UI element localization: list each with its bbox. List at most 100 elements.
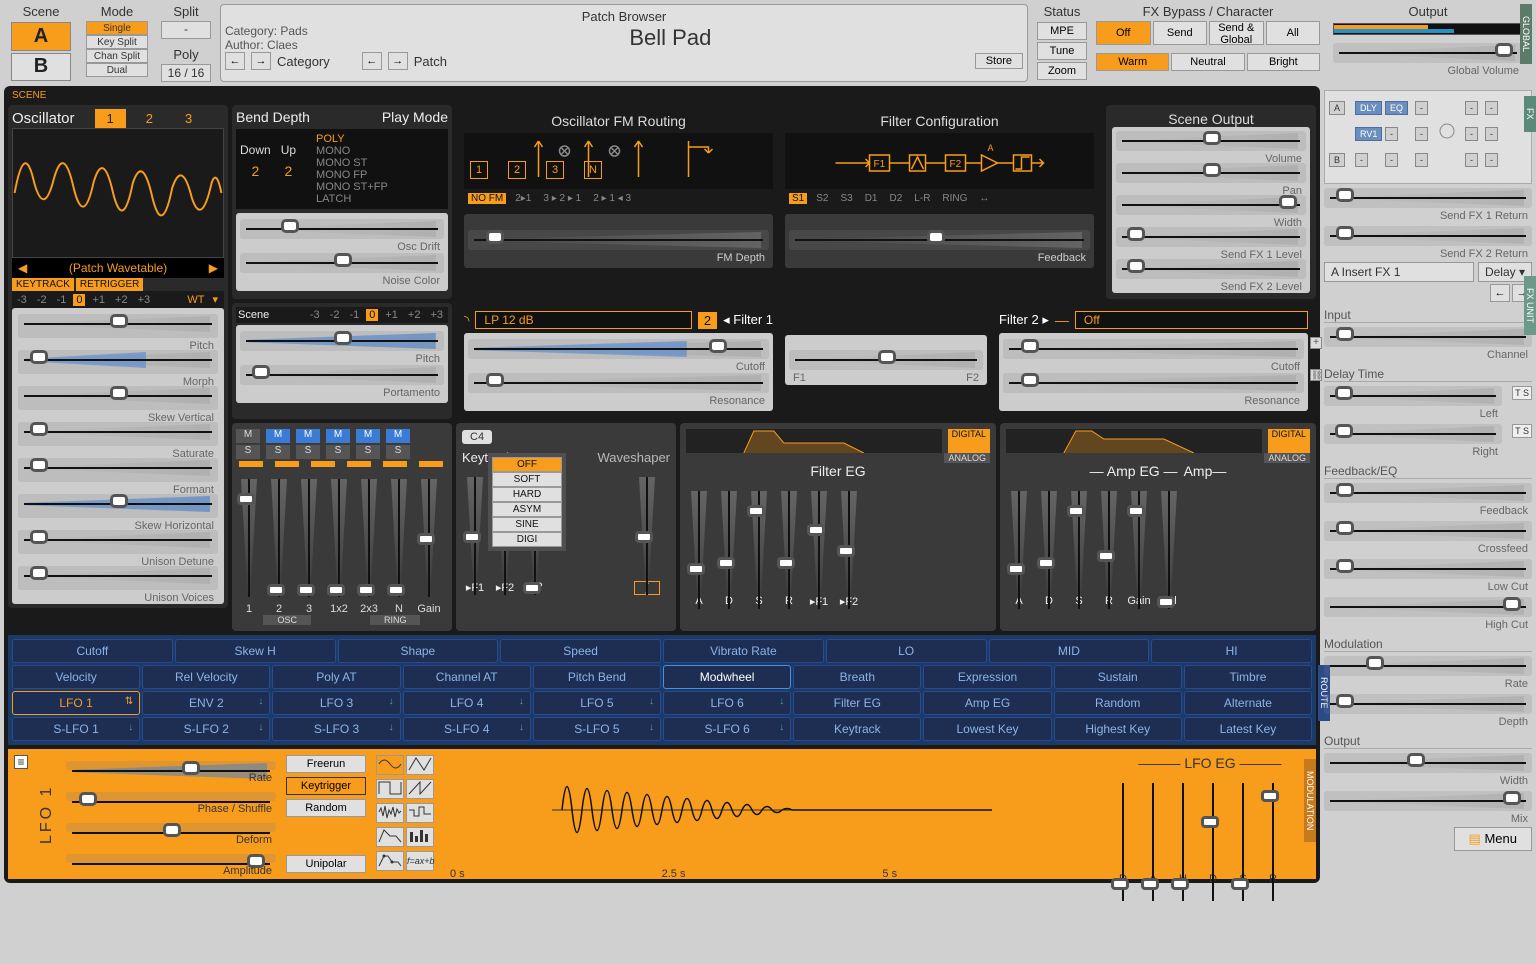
feg-attack-slider[interactable] bbox=[686, 485, 712, 615]
tempo-sync-left[interactable]: T S bbox=[1512, 386, 1532, 400]
mod-target[interactable]: Shape bbox=[338, 639, 499, 663]
lfo-random-button[interactable]: Random bbox=[286, 799, 366, 817]
mod-source[interactable]: Random bbox=[1054, 691, 1182, 715]
scene-sendfx2-slider[interactable]: Send FX 2 Level bbox=[1116, 259, 1306, 279]
mod-source[interactable]: S-LFO 6↓ bbox=[663, 717, 791, 741]
noise-color-slider[interactable]: Noise Color bbox=[240, 253, 444, 273]
mod-source[interactable]: Sustain bbox=[1054, 665, 1182, 689]
modulation-tab[interactable]: MODULATION bbox=[1304, 759, 1316, 842]
lfo-amplitude-slider[interactable]: Amplitude bbox=[66, 854, 276, 863]
solo-r2-button[interactable]: S bbox=[356, 445, 380, 459]
amp-vel-slider[interactable] bbox=[1156, 485, 1182, 615]
bend-down-value[interactable]: 2 bbox=[240, 163, 271, 179]
mod-target[interactable]: MID bbox=[989, 639, 1150, 663]
mod-source[interactable]: Keytrack bbox=[793, 717, 921, 741]
aeg-attack-slider[interactable] bbox=[1006, 485, 1032, 615]
patch-name[interactable]: Bell Pad bbox=[318, 25, 1023, 51]
patch-prev-button[interactable]: ← bbox=[362, 52, 382, 70]
tune-button[interactable]: Tune bbox=[1037, 42, 1087, 60]
fx-highcut-slider[interactable]: High Cut bbox=[1324, 597, 1532, 617]
mod-source[interactable]: Expression bbox=[923, 665, 1051, 689]
playmode-list[interactable]: POLY MONO MONO ST MONO FP MONO ST+FP LAT… bbox=[316, 133, 388, 205]
filter2-resonance-slider[interactable]: Resonance bbox=[1003, 373, 1304, 393]
mod-target[interactable]: Speed bbox=[500, 639, 661, 663]
filter2-plus-button[interactable]: + bbox=[1310, 337, 1322, 349]
osc-drift-slider[interactable]: Osc Drift bbox=[240, 219, 444, 239]
mute-1-button[interactable]: M bbox=[236, 429, 260, 443]
solo-r1-button[interactable]: S bbox=[326, 445, 350, 459]
sendfx2-return-slider[interactable]: Send FX 2 Return bbox=[1324, 226, 1532, 246]
mod-source[interactable]: Highest Key bbox=[1054, 717, 1182, 741]
tempo-sync-right[interactable]: T S bbox=[1512, 424, 1532, 438]
wavetable-selector[interactable]: ◀ (Patch Wavetable) ▶ bbox=[12, 258, 224, 278]
feg-sustain-slider[interactable] bbox=[746, 485, 772, 615]
mode-dual[interactable]: Dual bbox=[86, 63, 148, 77]
mod-source[interactable]: LFO 3↓ bbox=[272, 691, 400, 715]
mute-r2-button[interactable]: M bbox=[356, 429, 380, 443]
fx-tab[interactable]: FX bbox=[1524, 96, 1536, 132]
mixer-noise-slider[interactable] bbox=[386, 473, 412, 603]
osc-morph-slider[interactable]: Morph bbox=[18, 350, 218, 374]
fx-channel-slider[interactable]: Channel bbox=[1324, 327, 1532, 347]
zoom-button[interactable]: Zoom bbox=[1037, 62, 1087, 80]
mute-3-button[interactable]: M bbox=[296, 429, 320, 443]
osc-pitch-slider[interactable]: Pitch bbox=[18, 314, 218, 338]
mod-target[interactable]: Vibrato Rate bbox=[663, 639, 824, 663]
filter1-cutoff-slider[interactable]: Cutoff bbox=[468, 339, 769, 359]
oscillator-waveform-display[interactable] bbox=[12, 128, 224, 258]
menu-button[interactable]: ▤ Menu bbox=[1454, 827, 1532, 851]
mod-source[interactable]: S-LFO 1↓ bbox=[12, 717, 140, 741]
mod-source[interactable]: Rel Velocity bbox=[142, 665, 270, 689]
fx-mix-slider[interactable]: Mix bbox=[1324, 791, 1532, 811]
scene-b-button[interactable]: B bbox=[11, 53, 71, 82]
mod-source[interactable]: S-LFO 2↓ bbox=[142, 717, 270, 741]
fxunit-tab[interactable]: FX UNIT bbox=[1524, 276, 1536, 335]
osc-type-select[interactable]: WT bbox=[187, 294, 204, 306]
mod-source[interactable]: Lowest Key bbox=[923, 717, 1051, 741]
lfo-shape-mseg[interactable] bbox=[376, 851, 404, 871]
fm-routing-options[interactable]: NO FM 2▸1 3 ▸ 2 ▸ 1 2 ▸ 1 ◂ 3 bbox=[464, 193, 773, 204]
mod-source[interactable]: Amp EG bbox=[923, 691, 1051, 715]
lfo-keytrigger-button[interactable]: Keytrigger bbox=[286, 777, 366, 795]
mod-source[interactable]: Velocity bbox=[12, 665, 140, 689]
osc-skewh-slider[interactable]: Skew Horizontal bbox=[18, 494, 218, 518]
fx-delay-left-slider[interactable]: Left bbox=[1324, 386, 1502, 406]
mod-source[interactable]: S-LFO 3↓ bbox=[272, 717, 400, 741]
category-next-button[interactable]: → bbox=[251, 52, 271, 70]
filter2-cutoff-slider[interactable]: Cutoff bbox=[1003, 339, 1304, 359]
mod-target[interactable]: HI bbox=[1151, 639, 1312, 663]
patch-next-button[interactable]: → bbox=[388, 52, 408, 70]
mixer-osc3-slider[interactable] bbox=[296, 473, 322, 603]
lfoeg-sustain-slider[interactable] bbox=[1230, 777, 1256, 907]
keytrack-f1-slider[interactable] bbox=[462, 471, 488, 601]
fx-mod-depth-slider[interactable]: Depth bbox=[1324, 694, 1532, 714]
osc-tab-1[interactable]: 1 bbox=[95, 109, 126, 128]
fx-delay-right-slider[interactable]: Right bbox=[1324, 424, 1502, 444]
lfo-deform-slider[interactable]: Deform bbox=[66, 823, 276, 832]
filter-balance-slider[interactable]: F1 F2 bbox=[789, 350, 983, 370]
fx-feedback-slider[interactable]: Feedback bbox=[1324, 483, 1532, 503]
global-tab[interactable]: GLOBAL bbox=[1520, 4, 1532, 64]
waveshaper-drive-slider[interactable] bbox=[634, 471, 660, 601]
filter2-type-select[interactable]: Off bbox=[1075, 311, 1308, 329]
solo-1-button[interactable]: S bbox=[236, 445, 260, 459]
scene-sendfx1-slider[interactable]: Send FX 1 Level bbox=[1116, 227, 1306, 247]
filter1-shape-icon[interactable]: ◝ bbox=[464, 312, 469, 329]
mod-source[interactable]: Breath bbox=[793, 665, 921, 689]
mod-source-lfo1[interactable]: LFO 1⇅ bbox=[12, 691, 140, 715]
wavetable-prev-icon[interactable]: ◀ bbox=[12, 261, 33, 275]
lfo-shape-formula[interactable]: f=ax+b bbox=[406, 851, 434, 871]
lfo-freerun-button[interactable]: Freerun bbox=[286, 755, 366, 773]
keytrack-toggle[interactable]: KEYTRACK bbox=[12, 278, 74, 291]
lfo-unipolar-button[interactable]: Unipolar bbox=[286, 855, 366, 873]
fx-mod-rate-slider[interactable]: Rate bbox=[1324, 656, 1532, 676]
scene-width-slider[interactable]: Width bbox=[1116, 195, 1306, 215]
store-button[interactable]: Store bbox=[975, 53, 1023, 69]
mpe-button[interactable]: MPE bbox=[1037, 22, 1087, 40]
scene-pan-slider[interactable]: Pan bbox=[1116, 163, 1306, 183]
feg-decay-slider[interactable] bbox=[716, 485, 742, 615]
osc-skewv-slider[interactable]: Skew Vertical bbox=[18, 386, 218, 410]
lfo-shape-sine[interactable] bbox=[376, 755, 404, 775]
mixer-osc2-slider[interactable] bbox=[266, 473, 292, 603]
mod-source[interactable]: S-LFO 4↓ bbox=[403, 717, 531, 741]
